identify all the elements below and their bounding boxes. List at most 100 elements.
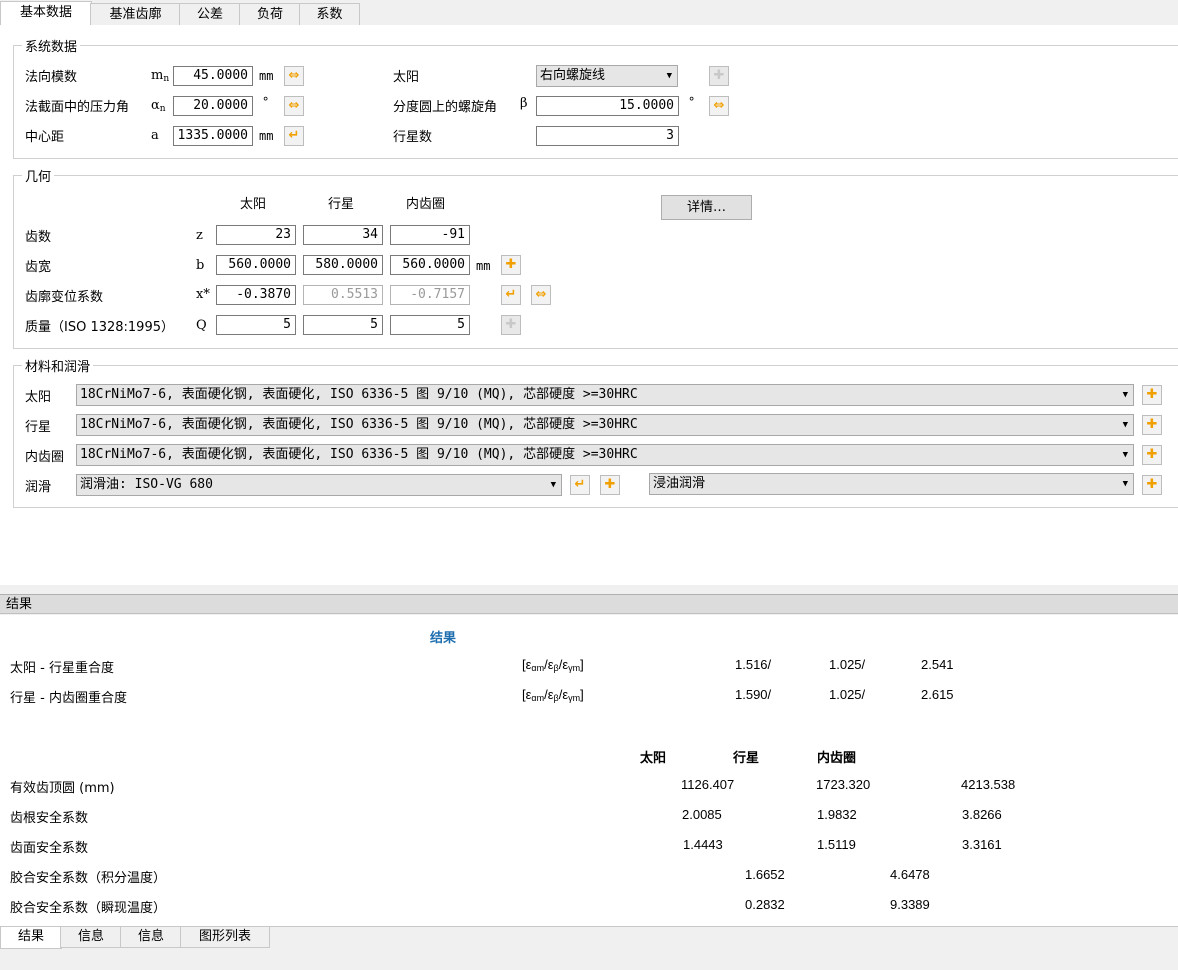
contact-ratio-unit: [εαm/εβ/εγm]: [522, 687, 584, 703]
tab-graphics-list[interactable]: 图形列表: [180, 927, 270, 948]
bottom-tab-bar: 结果 信息 信息 图形列表: [0, 926, 1178, 970]
contact-ratio-value: 1.025/: [829, 657, 866, 672]
material-sun-select[interactable]: 18CrNiMo7-6, 表面硬化钢, 表面硬化, ISO 6336-5 图 9…: [76, 384, 1134, 406]
result-value: 1126.407: [681, 777, 735, 792]
results-heading: 结果: [430, 631, 457, 646]
helix-direction-select[interactable]: 右向螺旋线 ▼: [536, 65, 678, 87]
quality-sun-input[interactable]: 5: [216, 315, 296, 335]
tab-info-2[interactable]: 信息: [120, 927, 182, 948]
teeth-label: 齿数: [25, 230, 52, 245]
tab-load[interactable]: 负荷: [239, 3, 301, 25]
chevron-down-icon: ▼: [1122, 450, 1128, 460]
plus-icon[interactable]: ✚: [1142, 415, 1162, 435]
sizing-double-arrow-icon[interactable]: ⇔: [709, 96, 729, 116]
plus-icon[interactable]: ✚: [709, 66, 729, 86]
details-button[interactable]: 详情…: [661, 195, 752, 220]
face-width-ring-input[interactable]: 560.0000: [390, 255, 470, 275]
teeth-symbol: z: [196, 228, 203, 243]
material-planet-select[interactable]: 18CrNiMo7-6, 表面硬化钢, 表面硬化, ISO 6336-5 图 9…: [76, 414, 1134, 436]
sizing-double-arrow-icon[interactable]: ⇔: [284, 96, 304, 116]
pressure-angle-symbol: αn: [151, 98, 166, 114]
sizing-double-arrow-icon[interactable]: ⇔: [284, 66, 304, 86]
contact-ratio-unit: [εαm/εβ/εγm]: [522, 657, 584, 673]
result-value: 1.4443: [683, 837, 723, 852]
result-value: 4.6478: [890, 867, 930, 882]
material-planet-label: 行星: [25, 420, 52, 435]
face-width-symbol: b: [196, 258, 205, 273]
lubrication-method-select[interactable]: 浸油润滑 ▼: [649, 473, 1134, 495]
tab-info[interactable]: 信息: [60, 927, 122, 948]
lubricant-select[interactable]: 润滑油: ISO-VG 680 ▼: [76, 474, 562, 496]
convert-arrow-icon[interactable]: ↵: [284, 126, 304, 146]
pressure-angle-label: 法截面中的压力角: [25, 100, 130, 115]
scuffing-flash-label: 胶合安全系数（瞬现温度）: [10, 901, 167, 916]
material-sun-label: 太阳: [25, 390, 52, 405]
tab-tolerance[interactable]: 公差: [179, 3, 241, 25]
center-distance-input[interactable]: 1335.0000: [173, 126, 253, 146]
chevron-down-icon: ▼: [666, 71, 672, 81]
quality-ring-input[interactable]: 5: [390, 315, 470, 335]
center-distance-unit: mm: [259, 129, 274, 143]
sun-label: 太阳: [393, 70, 420, 85]
materials-title: 材料和润滑: [22, 356, 94, 375]
helix-angle-symbol: β: [520, 96, 528, 111]
lubrication-label: 润滑: [25, 480, 52, 495]
planet-count-input[interactable]: 3: [536, 126, 679, 146]
tab-basic-data[interactable]: 基本数据: [0, 1, 92, 26]
root-safety-label: 齿根安全系数: [10, 811, 89, 826]
results-panel: 结果 太阳 - 行星重合度 [εαm/εβ/εγm] 1.516/ 1.025/…: [0, 615, 1178, 926]
contact-ratio-value: 2.615: [921, 687, 954, 702]
pressure-angle-unit: °: [262, 95, 270, 109]
teeth-ring-input[interactable]: -91: [390, 225, 470, 245]
contact-ratio-value: 1.516/: [735, 657, 772, 672]
normal-module-label: 法向模数: [25, 70, 78, 85]
helix-angle-label: 分度圆上的螺旋角: [393, 100, 498, 115]
center-distance-symbol: a: [151, 128, 159, 143]
plus-icon[interactable]: ✚: [1142, 475, 1162, 495]
flank-safety-label: 齿面安全系数: [10, 841, 89, 856]
convert-arrow-icon[interactable]: ↵: [501, 285, 521, 305]
profile-shift-ring-input: -0.7157: [390, 285, 470, 305]
quality-symbol: Q: [196, 318, 207, 333]
plus-icon[interactable]: ✚: [1142, 445, 1162, 465]
result-value: 3.3161: [962, 837, 1002, 852]
profile-shift-planet-input: 0.5513: [303, 285, 383, 305]
sizing-double-arrow-icon[interactable]: ⇔: [531, 285, 551, 305]
tab-reference-profile[interactable]: 基准齿廓: [90, 3, 181, 25]
plus-icon[interactable]: ✚: [501, 315, 521, 335]
teeth-planet-input[interactable]: 34: [303, 225, 383, 245]
plus-icon[interactable]: ✚: [501, 255, 521, 275]
tip-diameter-label: 有效齿顶圆 (mm): [10, 781, 115, 796]
geom-col-ring: 内齿圈: [406, 197, 446, 212]
convert-arrow-icon[interactable]: ↵: [570, 475, 590, 495]
normal-module-input[interactable]: 45.0000: [173, 66, 253, 86]
quality-label: 质量（ISO 1328:1995）: [25, 320, 174, 335]
contact-ratio-sun-planet-label: 太阳 - 行星重合度: [10, 661, 114, 676]
plus-icon[interactable]: ✚: [1142, 385, 1162, 405]
chevron-down-icon: ▼: [1122, 420, 1128, 430]
result-value: 1.5119: [817, 837, 856, 852]
tab-factors[interactable]: 系数: [299, 3, 360, 25]
result-value: 1.9832: [817, 807, 857, 822]
geom-col-planet: 行星: [328, 197, 355, 212]
profile-shift-sun-input[interactable]: -0.3870: [216, 285, 296, 305]
pressure-angle-input[interactable]: 20.0000: [173, 96, 253, 116]
result-value: 9.3389: [890, 897, 930, 912]
teeth-sun-input[interactable]: 23: [216, 225, 296, 245]
helix-angle-unit: °: [688, 95, 696, 109]
contact-ratio-value: 2.541: [921, 657, 954, 672]
results-panel-header: 结果: [0, 594, 1178, 614]
face-width-sun-input[interactable]: 560.0000: [216, 255, 296, 275]
material-ring-select[interactable]: 18CrNiMo7-6, 表面硬化钢, 表面硬化, ISO 6336-5 图 9…: [76, 444, 1134, 466]
helix-angle-input[interactable]: 15.0000: [536, 96, 679, 116]
tab-results[interactable]: 结果: [0, 927, 62, 949]
quality-planet-input[interactable]: 5: [303, 315, 383, 335]
contact-ratio-value: 1.590/: [735, 687, 772, 702]
profile-shift-symbol: x*: [196, 287, 210, 302]
planet-count-label: 行星数: [393, 130, 433, 145]
profile-shift-label: 齿廓变位系数: [25, 290, 104, 305]
plus-icon[interactable]: ✚: [600, 475, 620, 495]
result-value: 2.0085: [682, 807, 722, 822]
face-width-planet-input[interactable]: 580.0000: [303, 255, 383, 275]
geom-col-sun: 太阳: [240, 197, 267, 212]
